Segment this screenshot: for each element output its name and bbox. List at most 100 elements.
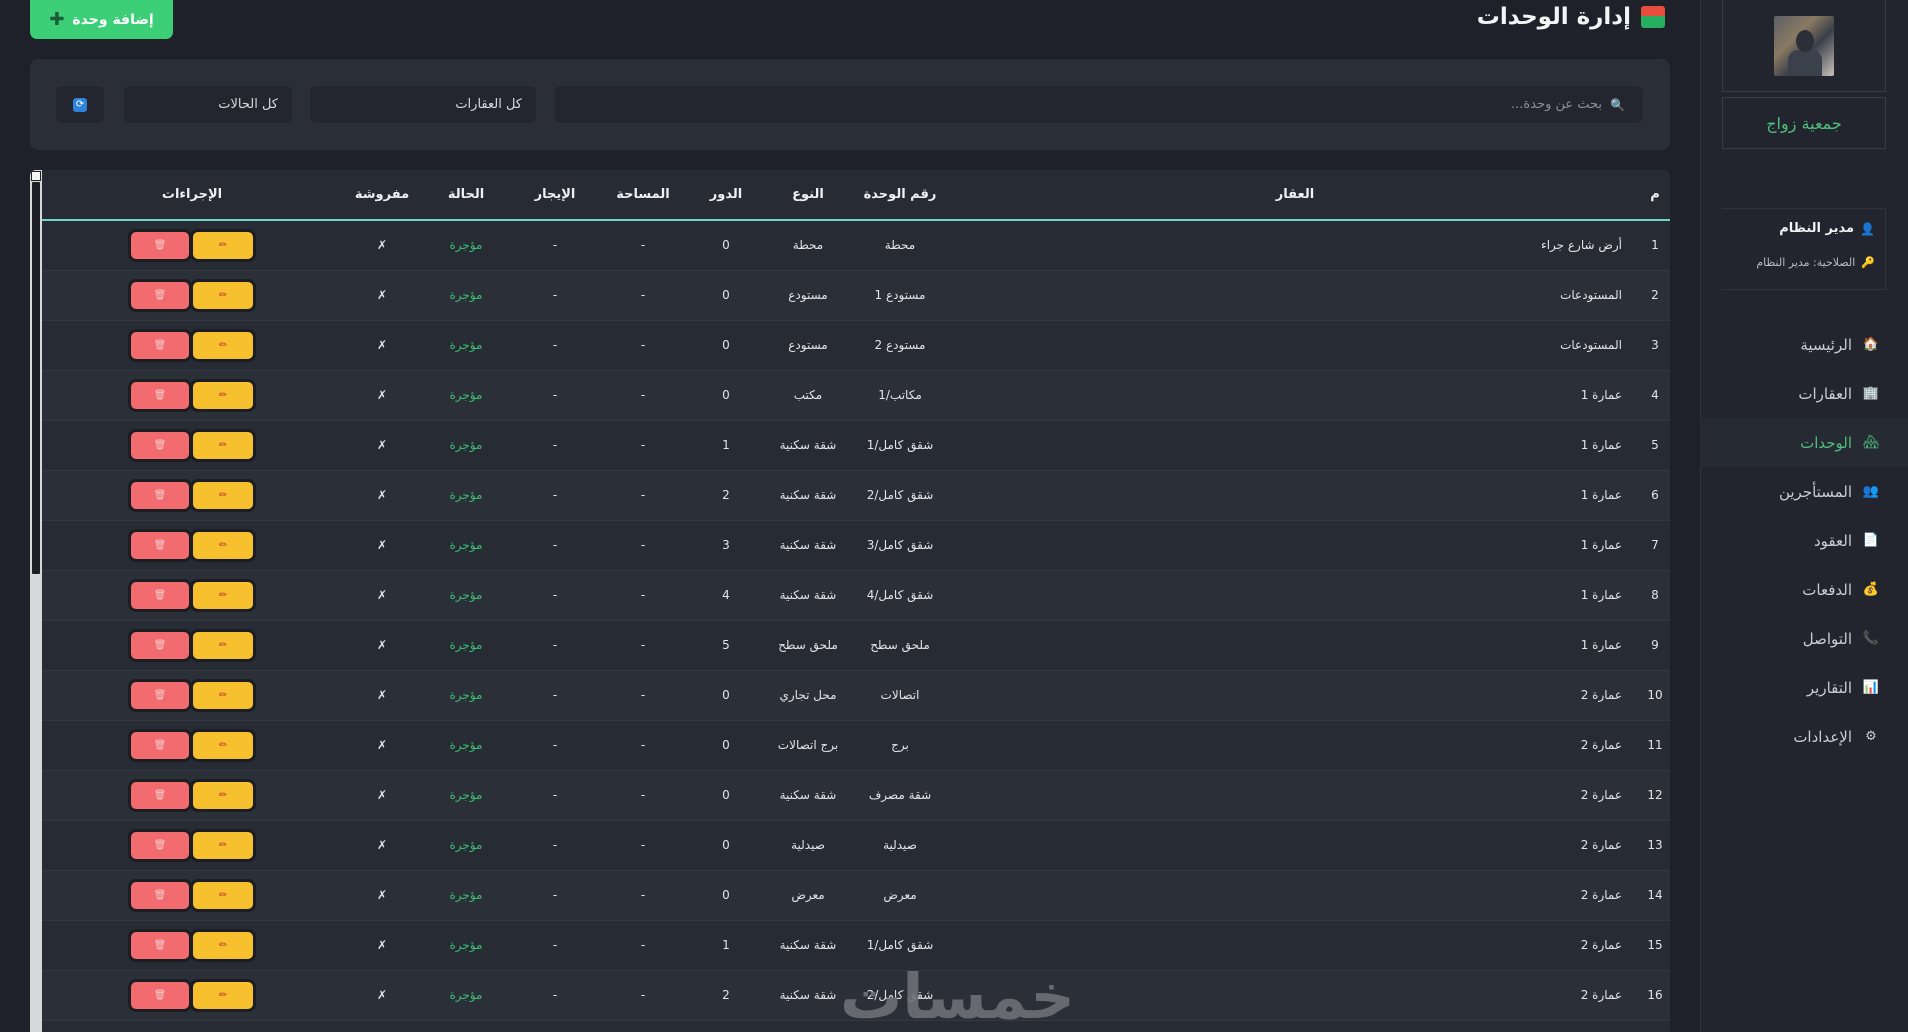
cell-unit-number: مستودع 2 bbox=[874, 338, 926, 352]
delete-button[interactable]: 🗑 bbox=[131, 981, 189, 1009]
cell-area: - bbox=[640, 988, 646, 1002]
cell-furnished: ✗ bbox=[376, 588, 388, 602]
delete-button[interactable]: 🗑 bbox=[131, 631, 189, 659]
house-icon bbox=[1641, 6, 1665, 28]
search-input[interactable]: 🔍 بحث عن وحدة... bbox=[554, 85, 1644, 124]
header-type[interactable]: النوع bbox=[766, 170, 850, 221]
edit-button[interactable]: ✏ bbox=[193, 281, 253, 309]
delete-button[interactable]: 🗑 bbox=[131, 831, 189, 859]
cell-status: مؤجرة bbox=[449, 538, 483, 552]
edit-button[interactable]: ✏ bbox=[193, 231, 253, 259]
header-status[interactable]: الحالة bbox=[422, 170, 510, 221]
trash-icon: 🗑 bbox=[153, 689, 167, 701]
pencil-icon: ✏ bbox=[218, 339, 228, 351]
scrollbar-thumb[interactable] bbox=[32, 182, 40, 574]
header-rent[interactable]: الإيجار bbox=[510, 170, 600, 221]
cell-furnished: ✗ bbox=[376, 838, 388, 852]
pencil-icon: ✏ bbox=[218, 639, 228, 651]
cell-status: مؤجرة bbox=[449, 938, 483, 952]
pencil-icon: ✏ bbox=[218, 939, 228, 951]
status-select[interactable]: كل الحالات bbox=[123, 85, 293, 124]
edit-button[interactable]: ✏ bbox=[193, 531, 253, 559]
delete-button[interactable]: 🗑 bbox=[131, 331, 189, 359]
units-table: م العقار رقم الوحدة النوع الدور المساحة … bbox=[42, 170, 1670, 1021]
edit-button[interactable]: ✏ bbox=[193, 431, 253, 459]
sidebar-item-8[interactable]: ⚙ الإعدادات bbox=[1700, 712, 1908, 761]
row-actions: ✏ 🗑 bbox=[42, 981, 342, 1009]
sidebar-item-label: التقارير bbox=[1806, 678, 1852, 697]
edit-button[interactable]: ✏ bbox=[193, 731, 253, 759]
delete-button[interactable]: 🗑 bbox=[131, 431, 189, 459]
sidebar-item-1[interactable]: 🏢 العقارات bbox=[1700, 369, 1908, 418]
table-row: 11 عمارة 2 برج برج اتصالات 0- - مؤجرة ✗ ✏ 🗑 bbox=[42, 720, 1670, 770]
cell-furnished: ✗ bbox=[376, 288, 388, 302]
edit-button[interactable]: ✏ bbox=[193, 331, 253, 359]
table-row: 5 عمارة 1 شقق كامل/1 شقة سكنية 1- - مؤجرة ✗ ✏ 🗑 bbox=[42, 420, 1670, 470]
table-row: 4 عمارة 1 مكاتب/1 مكتب 0- - مؤجرة ✗ ✏ 🗑 bbox=[42, 370, 1670, 420]
sidebar-item-label: التواصل bbox=[1802, 629, 1852, 648]
header-property[interactable]: العقار bbox=[950, 170, 1640, 221]
trash-icon: 🗑 bbox=[153, 289, 167, 301]
cell-property: المستودعات bbox=[1560, 338, 1622, 352]
cell-floor: 3 bbox=[722, 538, 730, 552]
pencil-icon: ✏ bbox=[218, 489, 228, 501]
cell-rent: - bbox=[552, 488, 558, 502]
delete-button[interactable]: 🗑 bbox=[131, 881, 189, 909]
header-furnished[interactable]: مفروشة bbox=[342, 170, 422, 221]
sidebar-item-7[interactable]: 📊 التقارير bbox=[1700, 663, 1908, 712]
cell-status: مؤجرة bbox=[449, 388, 483, 402]
header-area[interactable]: المساحة bbox=[600, 170, 686, 221]
trash-icon: 🗑 bbox=[153, 389, 167, 401]
edit-button[interactable]: ✏ bbox=[193, 631, 253, 659]
scrollbar[interactable] bbox=[30, 170, 42, 1032]
edit-button[interactable]: ✏ bbox=[193, 681, 253, 709]
refresh-button[interactable]: ⟳ bbox=[55, 85, 105, 124]
cell-rent: - bbox=[552, 938, 558, 952]
delete-button[interactable]: 🗑 bbox=[131, 381, 189, 409]
delete-button[interactable]: 🗑 bbox=[131, 281, 189, 309]
cell-property: أرض شارع جراء bbox=[1541, 238, 1622, 253]
cell-property: عمارة 1 bbox=[1580, 588, 1622, 602]
table-row: 3 المستودعات مستودع 2 مستودع 0- - مؤجرة ✗ ✏ 🗑 bbox=[42, 320, 1670, 370]
sidebar-item-2[interactable]: 🏘 الوحدات bbox=[1700, 418, 1908, 467]
scroll-up-arrow[interactable] bbox=[31, 171, 41, 181]
add-unit-button[interactable]: إضافة وحدة ✚ bbox=[30, 0, 173, 39]
cell-rent: - bbox=[552, 688, 558, 702]
sidebar-item-6[interactable]: 📞 التواصل bbox=[1700, 614, 1908, 663]
delete-button[interactable]: 🗑 bbox=[131, 531, 189, 559]
sidebar-item-3[interactable]: 👥 المستأجرين bbox=[1700, 467, 1908, 516]
sidebar-item-5[interactable]: 💰 الدفعات bbox=[1700, 565, 1908, 614]
edit-button[interactable]: ✏ bbox=[193, 881, 253, 909]
cell-actions: ✏ 🗑 bbox=[42, 270, 342, 320]
header-floor[interactable]: الدور bbox=[686, 170, 766, 221]
header-unit-number[interactable]: رقم الوحدة bbox=[850, 170, 950, 221]
edit-button[interactable]: ✏ bbox=[193, 481, 253, 509]
edit-button[interactable]: ✏ bbox=[193, 931, 253, 959]
cell-floor: 2 bbox=[722, 988, 730, 1002]
cell-furnished: ✗ bbox=[376, 388, 388, 402]
delete-button[interactable]: 🗑 bbox=[131, 481, 189, 509]
sidebar-item-4[interactable]: 📄 العقود bbox=[1700, 516, 1908, 565]
delete-button[interactable]: 🗑 bbox=[131, 781, 189, 809]
delete-button[interactable]: 🗑 bbox=[131, 231, 189, 259]
sidebar-item-label: المستأجرين bbox=[1778, 482, 1852, 501]
delete-button[interactable]: 🗑 bbox=[131, 931, 189, 959]
cell-floor: 0 bbox=[722, 838, 730, 852]
edit-button[interactable]: ✏ bbox=[193, 981, 253, 1009]
edit-button[interactable]: ✏ bbox=[193, 781, 253, 809]
cell-status: مؤجرة bbox=[449, 588, 483, 602]
table-body: 1 أرض شارع جراء محطة محطة 0- - مؤجرة ✗ ✏ 🗑 2 المستو… bbox=[42, 220, 1670, 1020]
delete-button[interactable]: 🗑 bbox=[131, 581, 189, 609]
delete-button[interactable]: 🗑 bbox=[131, 731, 189, 759]
delete-button[interactable]: 🗑 bbox=[131, 681, 189, 709]
edit-button[interactable]: ✏ bbox=[193, 831, 253, 859]
sidebar-item-0[interactable]: 🏠 الرئيسية bbox=[1700, 320, 1908, 369]
edit-button[interactable]: ✏ bbox=[193, 581, 253, 609]
cell-area: - bbox=[640, 538, 646, 552]
table-row: 1 أرض شارع جراء محطة محطة 0- - مؤجرة ✗ ✏ 🗑 bbox=[42, 220, 1670, 270]
cell-type: محل تجاري bbox=[779, 688, 837, 702]
properties-select[interactable]: كل العقارات bbox=[309, 85, 537, 124]
edit-button[interactable]: ✏ bbox=[193, 381, 253, 409]
cell-furnished: ✗ bbox=[376, 538, 388, 552]
header-index[interactable]: م bbox=[1640, 170, 1670, 221]
